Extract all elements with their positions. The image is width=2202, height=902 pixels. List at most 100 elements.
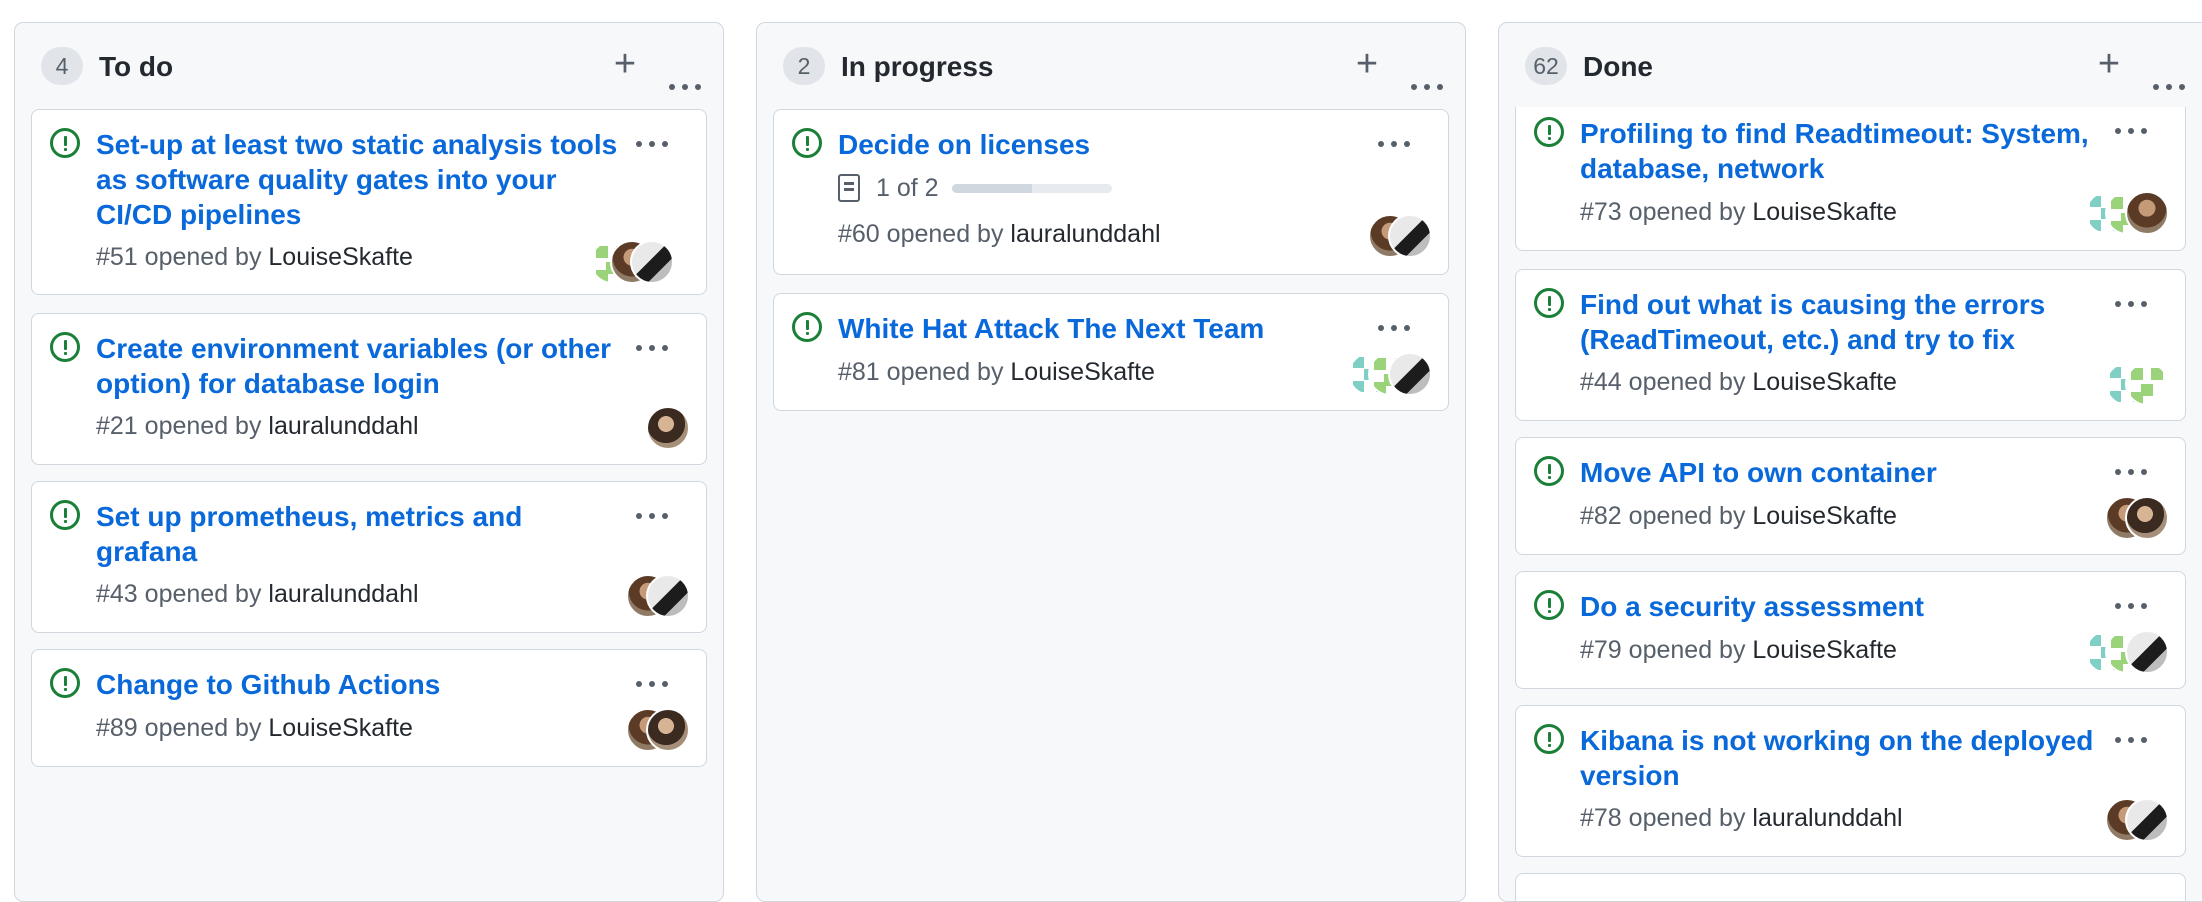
issue-card[interactable]: Find out what is causing the errors (Rea… (1515, 269, 2186, 421)
task-list-progress: 1 of 2 (838, 172, 1118, 204)
issue-opened-icon (792, 312, 822, 342)
avatar[interactable] (1388, 352, 1432, 396)
avatar[interactable] (2125, 630, 2169, 674)
assignee-avatars (2085, 630, 2169, 674)
issue-card[interactable]: Profiling to find Readtimeout: System, d… (1515, 107, 2186, 251)
issue-author[interactable]: lauralunddahl (268, 580, 418, 608)
issue-title-link[interactable]: Decide on licenses (838, 127, 1368, 162)
avatar[interactable] (646, 406, 690, 450)
checklist-progress-bar (952, 184, 1112, 193)
card-menu-icon[interactable] (2109, 116, 2153, 146)
card-menu-icon[interactable] (2109, 289, 2153, 319)
issue-title-link[interactable]: Find out what is causing the errors (Rea… (1580, 287, 2105, 357)
avatar[interactable] (2125, 362, 2169, 406)
issue-author[interactable]: LouiseSkafte (268, 243, 413, 271)
issue-card[interactable]: Create environment variables (or other o… (31, 313, 707, 465)
avatar[interactable] (1388, 214, 1432, 258)
issue-number[interactable]: #78 (1580, 804, 1622, 832)
column-menu-icon[interactable] (1405, 72, 1449, 102)
card-menu-icon[interactable] (630, 333, 674, 363)
issue-meta: #44 opened by LouiseSkafte (1580, 366, 1897, 398)
opened-by-label: opened by (1628, 636, 1746, 664)
issue-title-link[interactable]: Kibana is not working on the deployed ve… (1580, 723, 2105, 793)
avatar[interactable] (646, 574, 690, 618)
issue-title-link[interactable]: Change to Github Actions (96, 667, 626, 702)
avatar[interactable] (630, 240, 674, 284)
issue-author[interactable]: LouiseSkafte (1752, 368, 1897, 396)
avatar[interactable] (2125, 496, 2169, 540)
issue-author[interactable]: LouiseSkafte (1752, 198, 1897, 226)
issue-number[interactable]: #43 (96, 580, 138, 608)
card-menu-icon[interactable] (1372, 129, 1416, 159)
issue-meta: #78 opened by lauralunddahl (1580, 802, 1903, 834)
issue-title-link[interactable]: Set up prometheus, metrics and grafana (96, 499, 626, 569)
avatar[interactable] (2125, 191, 2169, 235)
issue-number[interactable]: #44 (1580, 368, 1622, 396)
issue-meta: #21 opened by lauralunddahl (96, 410, 419, 442)
card-menu-icon[interactable] (630, 669, 674, 699)
add-card-icon[interactable]: + (2091, 44, 2127, 84)
issue-author[interactable]: lauralunddahl (1010, 220, 1160, 248)
issue-author[interactable]: LouiseSkafte (1752, 636, 1897, 664)
issue-author[interactable]: lauralunddahl (1752, 804, 1902, 832)
add-card-icon[interactable]: + (1349, 44, 1385, 84)
issue-meta: #43 opened by lauralunddahl (96, 578, 419, 610)
issue-number[interactable]: #60 (838, 220, 880, 248)
card-menu-icon[interactable] (2109, 591, 2153, 621)
issue-card[interactable]: Kibana is not working on the deployed ve… (1515, 705, 2186, 857)
issue-author[interactable]: lauralunddahl (268, 412, 418, 440)
issue-opened-icon (50, 500, 80, 530)
issue-card[interactable]: Do a security assessment #79 opened by L… (1515, 571, 2186, 689)
issue-number[interactable]: #82 (1580, 502, 1622, 530)
issue-card[interactable]: Set up prometheus, metrics and grafana #… (31, 481, 707, 633)
assignee-avatars (1348, 352, 1432, 396)
issue-number[interactable]: #79 (1580, 636, 1622, 664)
column-header: 62 Done + (1499, 23, 2202, 107)
assignee-avatars (2105, 798, 2169, 842)
issue-number[interactable]: #81 (838, 358, 880, 386)
issue-title-link[interactable]: Set-up at least two static analysis tool… (96, 127, 626, 232)
avatar[interactable] (646, 708, 690, 752)
issue-title-link[interactable]: White Hat Attack The Next Team (838, 311, 1368, 346)
card-menu-icon[interactable] (1372, 313, 1416, 343)
issue-card-partial[interactable] (1515, 873, 2186, 901)
card-menu-icon[interactable] (2109, 725, 2153, 755)
issue-card[interactable]: Change to Github Actions #89 opened by L… (31, 649, 707, 767)
column-todo: 4 To do + Set-up at least two static ana… (14, 22, 724, 902)
issue-title-link[interactable]: Create environment variables (or other o… (96, 331, 626, 401)
issue-title-link[interactable]: Move API to own container (1580, 455, 2105, 490)
issue-number[interactable]: #73 (1580, 198, 1622, 226)
issue-author[interactable]: LouiseSkafte (268, 714, 413, 742)
issue-title-link[interactable]: Profiling to find Readtimeout: System, d… (1580, 116, 2105, 186)
issue-opened-icon (1534, 288, 1564, 318)
issue-title-link[interactable]: Do a security assessment (1580, 589, 2105, 624)
issue-card[interactable]: Move API to own container #82 opened by … (1515, 437, 2186, 555)
issue-card[interactable]: Decide on licenses 1 of 2 #60 opened by … (773, 109, 1449, 275)
assignee-avatars (2105, 496, 2169, 540)
issue-meta: #81 opened by LouiseSkafte (838, 356, 1155, 388)
avatar[interactable] (2125, 798, 2169, 842)
checklist-icon (838, 174, 860, 202)
add-card-icon[interactable]: + (607, 44, 643, 84)
column-title: In progress (841, 51, 994, 82)
assignee-avatars (626, 708, 690, 752)
issue-meta: #89 opened by LouiseSkafte (96, 712, 413, 744)
issue-card[interactable]: Set-up at least two static analysis tool… (31, 109, 707, 295)
issue-number[interactable]: #89 (96, 714, 138, 742)
opened-by-label: opened by (1628, 368, 1746, 396)
issue-opened-icon (1534, 590, 1564, 620)
issue-meta: #73 opened by LouiseSkafte (1580, 196, 1897, 228)
opened-by-label: opened by (886, 220, 1004, 248)
issue-number[interactable]: #51 (96, 243, 138, 271)
issue-author[interactable]: LouiseSkafte (1010, 358, 1155, 386)
issue-card[interactable]: White Hat Attack The Next Team #81 opene… (773, 293, 1449, 411)
opened-by-label: opened by (1628, 804, 1746, 832)
issue-number[interactable]: #21 (96, 412, 138, 440)
card-menu-icon[interactable] (2109, 457, 2153, 487)
card-menu-icon[interactable] (630, 501, 674, 531)
column-menu-icon[interactable] (663, 72, 707, 102)
issue-author[interactable]: LouiseSkafte (1752, 502, 1897, 530)
column-menu-icon[interactable] (2147, 72, 2191, 102)
issue-meta: #51 opened by LouiseSkafte (96, 241, 413, 273)
card-menu-icon[interactable] (630, 129, 674, 159)
